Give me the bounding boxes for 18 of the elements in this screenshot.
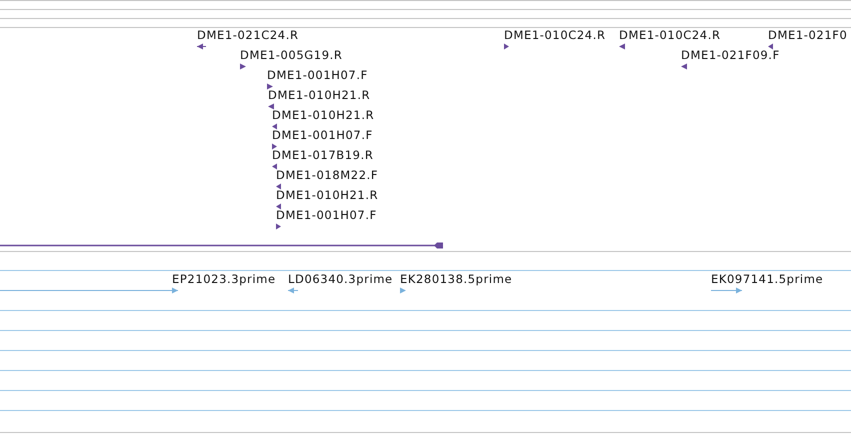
feature-label: DME1-010C24.R: [619, 28, 721, 42]
feature-label: DME1-010H21.R: [272, 108, 374, 122]
feature-label: DME1-010H21.R: [268, 88, 370, 102]
feature-label: DME1-021C24.R: [197, 28, 299, 42]
feature-label: DME1-001H07.F: [272, 128, 373, 142]
feature-label: DME1-017B19.R: [272, 148, 374, 162]
feature-label: LD06340.3prime: [288, 272, 393, 286]
feature-label: DME1-018M22.F: [276, 168, 378, 182]
feature-label: DME1-005G19.R: [240, 48, 342, 62]
feature-label: DME1-001H07.F: [276, 208, 377, 222]
feature-label: DME1-021F0: [768, 28, 848, 42]
feature-label: DME1-001H07.F: [267, 68, 368, 82]
feature-label: DME1-010C24.R: [504, 28, 606, 42]
feature-label: EP21023.3prime: [172, 272, 276, 286]
feature-label: DME1-021F09.F: [681, 48, 780, 62]
feature-label: EK097141.5prime: [711, 272, 824, 286]
feature-label: EK280138.5prime: [400, 272, 512, 286]
feature-label: DME1-010H21.R: [276, 188, 378, 202]
